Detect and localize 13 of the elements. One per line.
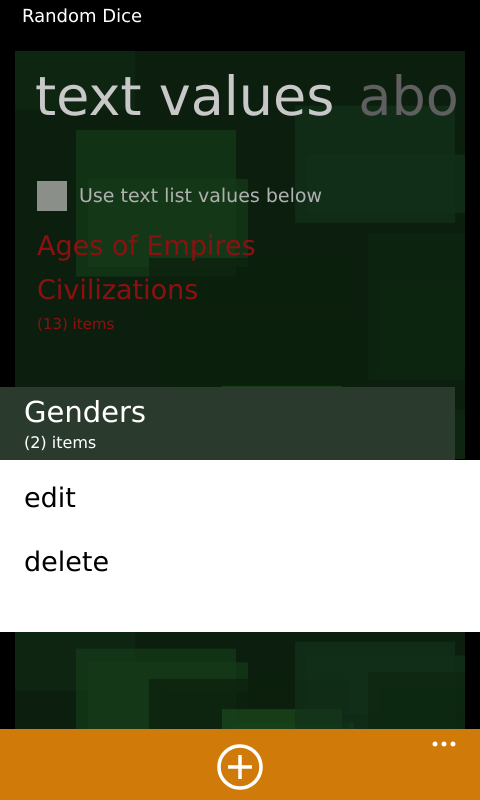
selected-list-item[interactable]: Genders (2) items <box>0 387 455 460</box>
checkbox[interactable] <box>37 181 67 212</box>
more-icon[interactable] <box>432 741 456 748</box>
app-title: Random Dice <box>22 5 142 30</box>
checkbox-label: Use text list values below <box>79 184 322 209</box>
item-count: (2) items <box>24 432 98 454</box>
item-count: (13) items <box>37 314 116 336</box>
add-icon <box>216 743 264 792</box>
menu-item[interactable]: delete <box>0 532 480 596</box>
menu-item[interactable]: edit <box>0 468 480 532</box>
add-button[interactable] <box>216 743 264 792</box>
list-name: Genders <box>24 394 147 432</box>
pivot-header[interactable]: text values <box>35 57 334 144</box>
